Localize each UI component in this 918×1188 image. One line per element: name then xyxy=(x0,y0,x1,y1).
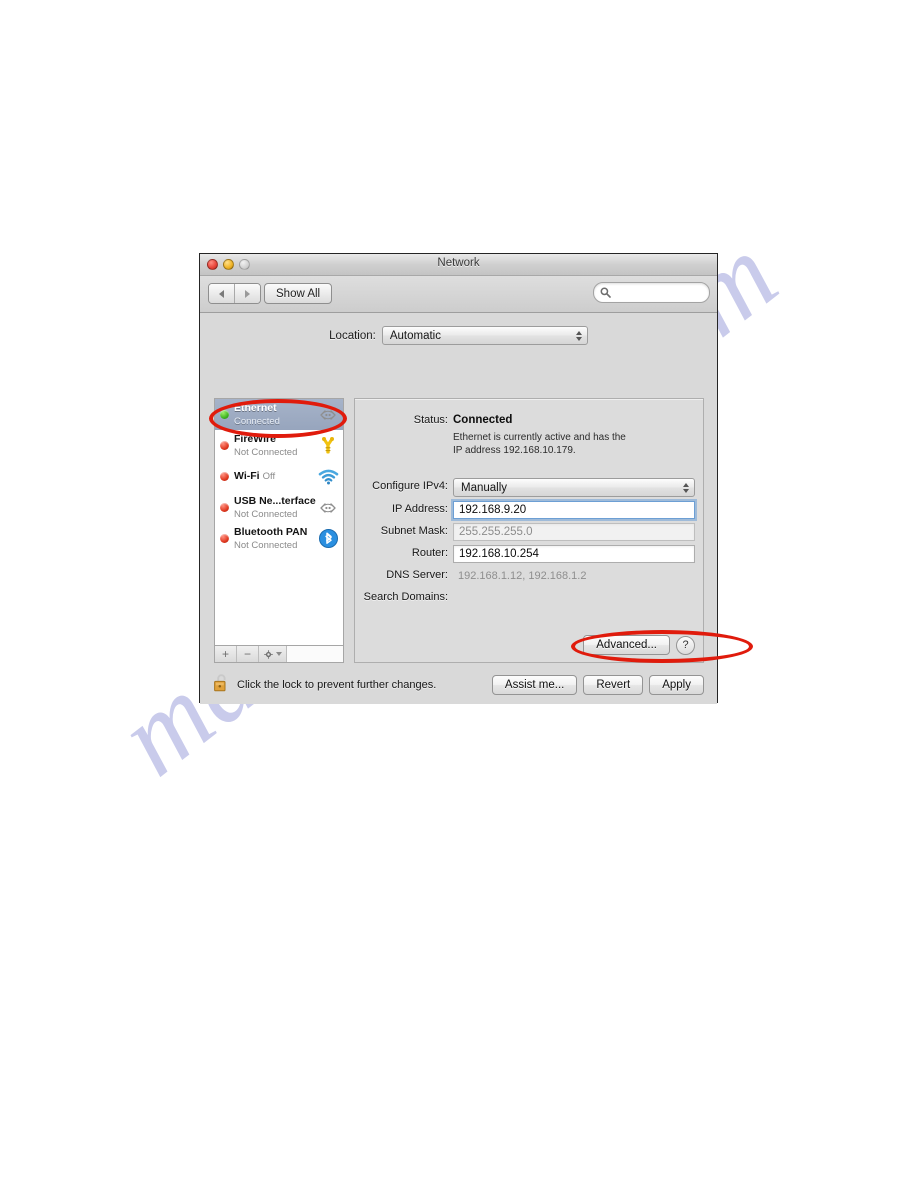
navigation-segmented-control xyxy=(208,283,261,304)
revert-button[interactable]: Revert xyxy=(583,674,644,695)
search-icon xyxy=(600,287,611,298)
interface-actions-button[interactable] xyxy=(259,646,287,662)
interfaces-sidebar: Ethernet Connected FireWire Not Connecte… xyxy=(214,398,344,663)
status-dot-green-icon xyxy=(220,410,229,419)
chevron-right-icon xyxy=(245,289,250,298)
search-domains-label: Search Domains: xyxy=(363,591,448,603)
configure-ipv4-row: Configure IPv4: Manually xyxy=(355,478,695,497)
search-domains-value[interactable] xyxy=(453,589,695,607)
interface-name: Wi-Fi xyxy=(234,470,260,483)
remove-interface-button[interactable]: − xyxy=(237,646,259,662)
apply-button[interactable]: Apply xyxy=(649,674,704,695)
network-preferences-window: Network Show All Location: Automatic Eth… xyxy=(199,253,753,704)
interface-details-panel: Status: Connected Ethernet is currently … xyxy=(354,398,753,663)
status-description: Ethernet is currently active and has the… xyxy=(453,432,626,457)
configure-ipv4-value: Manually xyxy=(461,481,508,494)
forward-button[interactable] xyxy=(234,284,260,303)
status-label: Status: xyxy=(413,414,448,426)
panel-actions: Advanced... ? xyxy=(583,635,695,655)
interface-state: Connected xyxy=(234,415,280,427)
lock-area: Click the lock to prevent further change… xyxy=(213,673,492,696)
interface-state: Off xyxy=(262,471,276,483)
interface-name: Ethernet xyxy=(234,401,277,414)
chevron-left-icon xyxy=(219,289,224,298)
sidebar-item-usb-network-interface[interactable]: USB Ne...terface Not Connected xyxy=(215,492,343,523)
dns-server-row: DNS Server: 192.168.1.12, 192.168.1.2 xyxy=(355,567,695,585)
dns-server-label: DNS Server: xyxy=(386,569,448,581)
add-interface-button[interactable]: + xyxy=(215,646,237,662)
interface-state: Not Connected xyxy=(234,508,298,520)
subnet-mask-label: Subnet Mask: xyxy=(380,525,448,537)
sidebar-item-bluetooth-pan[interactable]: Bluetooth PAN Not Connected xyxy=(215,523,343,554)
status-row: Status: Connected Ethernet is currently … xyxy=(355,412,695,457)
router-label: Router: xyxy=(411,547,448,559)
interface-list: Ethernet Connected FireWire Not Connecte… xyxy=(214,398,344,645)
interface-name: FireWire xyxy=(234,432,276,445)
interface-name: Bluetooth PAN xyxy=(234,525,308,538)
back-button[interactable] xyxy=(209,284,234,303)
status-dot-red-icon xyxy=(220,472,229,481)
main-split: Ethernet Connected FireWire Not Connecte… xyxy=(214,398,753,663)
search-field[interactable] xyxy=(593,282,710,303)
assist-me-button[interactable]: Assist me... xyxy=(491,674,578,695)
location-dropdown[interactable]: Automatic xyxy=(381,326,588,345)
subnet-mask-input[interactable]: 255.255.255.0 xyxy=(453,523,695,541)
router-input[interactable]: 192.168.10.254 xyxy=(453,545,695,563)
wifi-icon xyxy=(317,466,339,488)
status-dot-red-icon xyxy=(220,534,229,543)
ip-address-row: IP Address: 192.168.9.20 xyxy=(355,501,695,519)
lock-instruction-text: Click the lock to prevent further change… xyxy=(237,678,437,691)
location-value: Automatic xyxy=(389,329,441,342)
status-area: Status: Connected Ethernet is currently … xyxy=(355,412,695,461)
interface-name: USB Ne...terface xyxy=(234,494,316,507)
show-all-button[interactable]: Show All xyxy=(264,283,333,304)
configure-ipv4-label: Configure IPv4: xyxy=(372,480,448,492)
status-dot-red-icon xyxy=(220,503,229,512)
location-label: Location: xyxy=(329,329,376,342)
stepper-arrows-icon xyxy=(575,330,582,341)
ip-address-input[interactable]: 192.168.9.20 xyxy=(453,501,695,519)
ip-address-label: IP Address: xyxy=(391,503,448,515)
footer-buttons: Assist me... Revert Apply xyxy=(491,674,704,695)
status-dot-red-icon xyxy=(220,441,229,450)
search-domains-row: Search Domains: xyxy=(355,589,695,607)
stepper-arrows-icon xyxy=(683,482,689,493)
interface-state: Not Connected xyxy=(234,539,298,551)
ethernet-icon xyxy=(317,404,339,426)
gear-icon xyxy=(263,649,273,659)
sidebar-item-wifi[interactable]: Wi-Fi Off xyxy=(215,461,343,492)
configure-ipv4-dropdown[interactable]: Manually xyxy=(453,478,695,497)
unlocked-padlock-icon[interactable] xyxy=(213,673,230,696)
sidebar-toolbar: + − xyxy=(214,645,344,663)
subnet-mask-row: Subnet Mask: 255.255.255.0 xyxy=(355,523,695,541)
router-row: Router: 192.168.10.254 xyxy=(355,545,695,563)
status-value: Connected xyxy=(453,414,513,426)
window-title: Network xyxy=(437,257,480,269)
dns-server-value[interactable]: 192.168.1.12, 192.168.1.2 xyxy=(453,567,695,585)
bluetooth-icon xyxy=(317,528,339,550)
window-footer: Click the lock to prevent further change… xyxy=(200,665,717,704)
chevron-down-icon xyxy=(275,652,282,656)
window-toolbar: Show All xyxy=(200,276,717,313)
help-button[interactable]: ? xyxy=(676,635,695,655)
advanced-button[interactable]: Advanced... xyxy=(583,635,670,655)
window-body: Location: Automatic Ethernet Connected F… xyxy=(200,313,753,704)
ipv4-fields-area: Configure IPv4: Manually IP Address: 192… xyxy=(355,478,695,611)
sidebar-toolbar-filler xyxy=(287,646,343,662)
sidebar-item-firewire[interactable]: FireWire Not Connected xyxy=(215,430,343,461)
firewire-icon xyxy=(317,435,339,457)
sidebar-item-ethernet[interactable]: Ethernet Connected xyxy=(215,399,343,430)
ethernet-icon xyxy=(317,497,339,519)
interface-state: Not Connected xyxy=(234,446,298,458)
window-titlebar: Network xyxy=(200,254,717,276)
location-row: Location: Automatic xyxy=(200,313,717,345)
